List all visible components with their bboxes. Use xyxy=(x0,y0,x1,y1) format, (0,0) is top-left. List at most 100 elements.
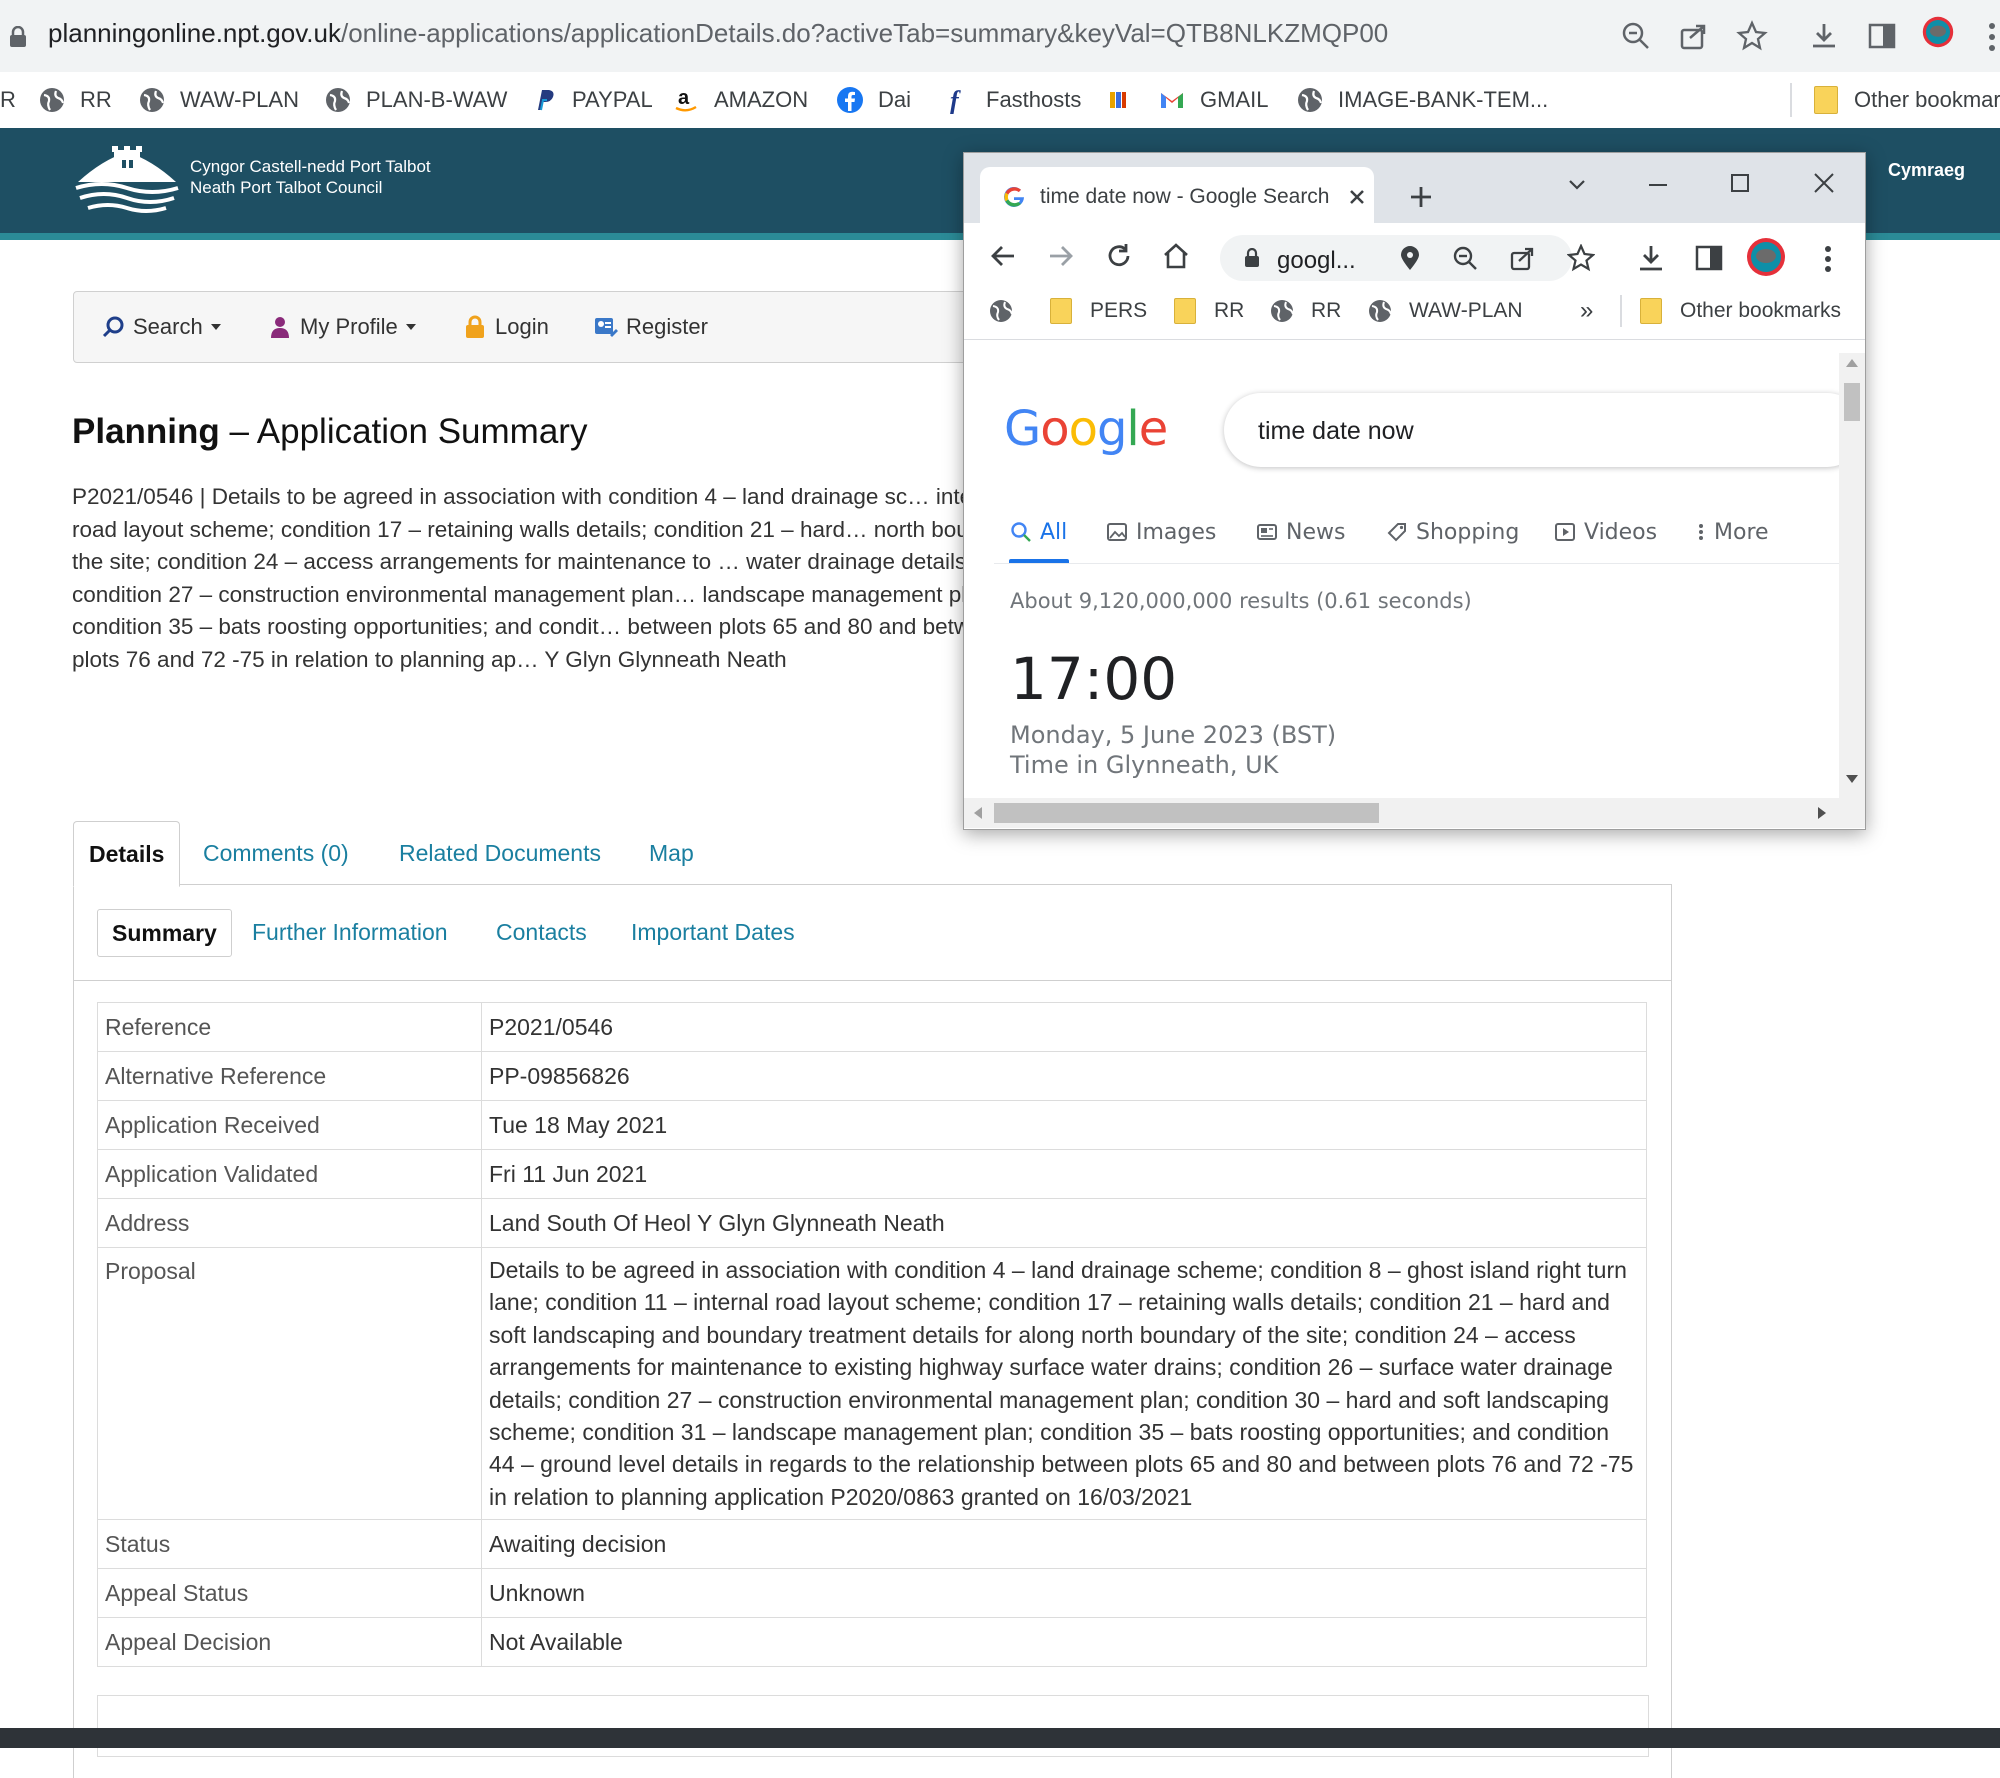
row-label: Appeal Decision xyxy=(97,1617,482,1668)
gtab-images[interactable]: Images xyxy=(1106,515,1216,549)
globe-icon xyxy=(138,86,166,114)
bookmark-label: R xyxy=(0,87,16,112)
menu-icon[interactable] xyxy=(1824,245,1832,273)
star-icon[interactable] xyxy=(1566,243,1596,272)
popup-bookmark-rr-folder[interactable]: RR xyxy=(1172,283,1244,339)
tab-map[interactable]: Map xyxy=(649,821,694,885)
profile-avatar[interactable] xyxy=(1922,16,1962,56)
globe-icon xyxy=(324,86,352,114)
scroll-down-icon[interactable] xyxy=(1846,775,1858,783)
nav-login[interactable]: Login xyxy=(463,292,549,362)
popup-bookmark-rr[interactable]: RR xyxy=(1269,283,1341,339)
subtab-further-information[interactable]: Further Information xyxy=(252,909,448,955)
summary-table: Reference P2021/0546 Alternative Referenc… xyxy=(97,1002,1647,1668)
bookmark-label: RR xyxy=(1214,299,1245,322)
zoom-icon[interactable] xyxy=(1620,20,1652,52)
url-text[interactable]: planningonline.npt.gov.uk/online-applica… xyxy=(48,18,1388,49)
scroll-left-icon[interactable] xyxy=(974,807,982,819)
gtab-more[interactable]: More xyxy=(1696,515,1769,549)
google-logo[interactable]: Google xyxy=(1004,401,1168,457)
other-bookmarks[interactable]: Other bookmarks xyxy=(1812,72,2000,128)
gtab-videos[interactable]: Videos xyxy=(1554,515,1657,549)
page-title: Planning – Application Summary xyxy=(72,412,587,452)
gtab-shopping[interactable]: Shopping xyxy=(1386,515,1519,549)
row-value: Unknown xyxy=(481,1568,1647,1619)
location-pin-icon[interactable] xyxy=(1398,245,1422,271)
popup-bookmark-pers[interactable]: PERS xyxy=(1048,283,1147,339)
bookmark-plan-b-waw[interactable]: PLAN-B-WAW xyxy=(324,72,507,128)
close-window-icon[interactable] xyxy=(1812,171,1836,195)
horizontal-scroll-thumb[interactable] xyxy=(994,803,1379,823)
row-label: Address xyxy=(97,1198,482,1248)
popup-other-bookmarks[interactable]: Other bookmarks xyxy=(1638,283,1841,339)
language-link[interactable]: Cymraeg xyxy=(1888,160,1965,181)
user-icon xyxy=(268,315,292,339)
bookmark-office[interactable] xyxy=(1104,72,1146,128)
lock-icon xyxy=(463,315,487,339)
facebook-icon xyxy=(836,86,864,114)
bookmark-label: PERS xyxy=(1090,299,1148,322)
bookmark-waw-plan[interactable]: WAW-PLAN xyxy=(138,72,299,128)
gtab-label: All xyxy=(1040,519,1068,545)
new-tab-icon[interactable] xyxy=(1407,183,1435,211)
nav-my-profile[interactable]: My Profile xyxy=(268,292,416,362)
profile-avatar[interactable] xyxy=(1746,237,1786,277)
star-icon[interactable] xyxy=(1736,20,1768,52)
globe-icon xyxy=(38,86,66,114)
bookmark-image-bank[interactable]: IMAGE-BANK-TEM... xyxy=(1296,72,1548,128)
gtab-news[interactable]: News xyxy=(1256,515,1345,549)
maximize-icon[interactable] xyxy=(1728,171,1752,195)
popup-bookmark-waw-plan[interactable]: WAW-PLAN xyxy=(1367,283,1523,339)
scroll-up-icon[interactable] xyxy=(1846,359,1858,367)
bookmark-dai[interactable]: Dai xyxy=(836,72,911,128)
back-icon[interactable] xyxy=(988,241,1018,271)
subtab-important-dates[interactable]: Important Dates xyxy=(631,909,795,955)
bookmark-rr[interactable]: RR xyxy=(38,72,112,128)
popup-browser-window: time date now - Google Search googl... P… xyxy=(963,152,1866,830)
side-panel-icon[interactable] xyxy=(1694,243,1724,273)
gtab-all[interactable]: All xyxy=(1010,515,1067,549)
row-value: Awaiting decision xyxy=(481,1519,1647,1570)
tab-search-chevron-icon[interactable] xyxy=(1566,173,1588,195)
close-tab-icon[interactable] xyxy=(1347,187,1367,207)
nav-search[interactable]: Search xyxy=(101,292,221,362)
zoom-icon[interactable] xyxy=(1452,245,1478,271)
bookmarks-overflow-button[interactable]: » xyxy=(1580,283,1593,339)
share-icon[interactable] xyxy=(1510,245,1536,271)
nav-register[interactable]: Register xyxy=(594,292,708,362)
home-icon[interactable] xyxy=(1161,241,1191,271)
chevron-down-icon xyxy=(405,324,416,330)
image-icon xyxy=(1106,521,1128,543)
bookmark-label: Fasthosts xyxy=(986,87,1082,112)
tab-details[interactable]: Details xyxy=(73,821,181,887)
bookmark-amazon[interactable]: a AMAZON xyxy=(672,72,808,128)
popup-bookmark-globe[interactable] xyxy=(988,283,1030,339)
council-logo[interactable] xyxy=(72,140,182,215)
tab-related-documents[interactable]: Related Documents xyxy=(399,821,601,885)
subtab-summary[interactable]: Summary xyxy=(97,909,232,957)
share-icon[interactable] xyxy=(1678,20,1710,52)
bookmark-fasthosts[interactable]: f Fasthosts xyxy=(944,72,1081,128)
minimize-icon[interactable] xyxy=(1646,173,1670,197)
side-panel-icon[interactable] xyxy=(1866,20,1898,52)
forward-icon[interactable] xyxy=(1046,241,1076,271)
subtab-contacts[interactable]: Contacts xyxy=(496,909,587,955)
table-row: Proposal Details to be agreed in associat… xyxy=(97,1246,1647,1521)
bookmark-partial[interactable]: R xyxy=(0,72,16,128)
bookmark-label: WAW-PLAN xyxy=(180,87,299,112)
vertical-scroll-thumb[interactable] xyxy=(1844,383,1860,421)
gtab-label: News xyxy=(1286,519,1346,545)
bookmark-paypal[interactable]: PAYPAL xyxy=(530,72,653,128)
reload-icon[interactable] xyxy=(1104,241,1134,271)
download-icon[interactable] xyxy=(1636,243,1666,273)
row-value: Land South Of Heol Y Glyn Glynneath Neat… xyxy=(481,1198,1647,1248)
menu-icon[interactable] xyxy=(1988,22,1996,52)
taskbar xyxy=(0,1728,2000,1748)
download-icon[interactable] xyxy=(1808,20,1840,52)
logo-letter: o xyxy=(1068,401,1098,457)
scroll-right-icon[interactable] xyxy=(1818,807,1826,819)
time-location: Time in Glynneath, UK xyxy=(1010,751,1279,779)
bookmark-gmail[interactable]: GMAIL xyxy=(1158,72,1268,128)
tab-comments[interactable]: Comments (0) xyxy=(203,821,349,885)
bookmark-label: IMAGE-BANK-TEM... xyxy=(1338,87,1549,112)
